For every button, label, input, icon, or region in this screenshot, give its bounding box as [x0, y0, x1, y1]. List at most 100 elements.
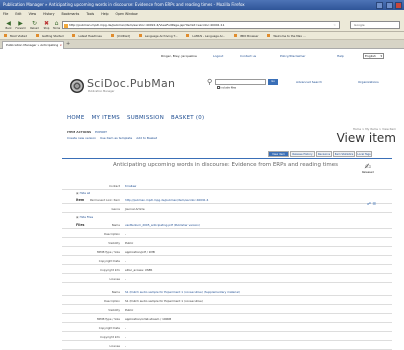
site-favicon-icon: [64, 23, 68, 28]
field-value: Public: [125, 308, 134, 312]
organizations-link[interactable]: Organizations: [358, 80, 379, 84]
export-link[interactable]: EXPORT: [95, 130, 107, 134]
field-value: -: [125, 259, 127, 263]
field-label: Copyright Info: [100, 335, 120, 339]
hide-all-toggle[interactable]: ▣Hide all: [76, 191, 90, 195]
field-label: Permanent Link: Item: [89, 198, 120, 202]
use-as-template-link[interactable]: Use item as template: [100, 136, 132, 140]
menu-view[interactable]: View: [29, 12, 37, 16]
hide-files-toggle[interactable]: ▣Hide Files: [76, 215, 93, 219]
divider: [62, 158, 392, 159]
menu-bookmarks[interactable]: Bookmarks: [62, 12, 80, 16]
forward-button[interactable]: ▶ Forward: [14, 20, 27, 30]
collapse-icon: ▣: [76, 215, 79, 219]
field-label: Contact: [109, 184, 120, 188]
maximize-button[interactable]: [385, 1, 393, 9]
contact-value[interactable]: tirrellaw: [125, 182, 136, 190]
file-description-row: Description -: [62, 230, 392, 238]
logout-link[interactable]: Logout: [213, 54, 223, 58]
bookmark-label: [Untitled]: [116, 34, 130, 38]
new-tab-button[interactable]: +: [66, 41, 72, 48]
include-files-checkbox[interactable]: [217, 86, 220, 89]
field-value: application/octet-stream / 100KB: [125, 317, 172, 321]
nav-submission[interactable]: SUBMISSION: [127, 115, 164, 121]
scidoc-logo-icon: [70, 79, 84, 93]
page-content: Ringer, Brey, Jacqueline Logout Contact …: [0, 50, 404, 350]
tab-view-item[interactable]: View item: [268, 151, 289, 157]
main-navigation: HOME MY ITEMS SUBMISSION BASKET (0): [67, 115, 209, 121]
tab-revisions[interactable]: Revisions: [316, 151, 332, 157]
file-name-row: Name vanBerkum_2005_anticipating.pdf (Pub…: [62, 221, 392, 229]
bookmark-item[interactable]: Welcome to the Max ...: [265, 34, 307, 38]
window-title: Publication Manager » Anticipating upcom…: [3, 2, 245, 7]
file-name-link[interactable]: S1 (Dutch audio sample for Experiment 1 …: [125, 288, 240, 296]
field-value: -: [125, 344, 127, 348]
bookmark-star-icon[interactable]: ☆: [333, 22, 336, 29]
bookmark-item[interactable]: IMDI Browser: [232, 34, 260, 38]
menu-tools[interactable]: Tools: [86, 12, 94, 16]
forward-label: Forward: [15, 27, 26, 30]
bookmark-label: IMDI Browser: [240, 34, 259, 38]
search-go-button[interactable]: Go: [268, 79, 278, 85]
window-titlebar: Publication Manager » Anticipating upcom…: [0, 0, 404, 10]
permalink-value[interactable]: http://pubman.mpdl.mpg.de/pubman/item/es…: [125, 196, 208, 204]
address-bar[interactable]: http://pubman.mpdl.mpg.de/pubman/item/es…: [62, 21, 340, 29]
policy-link[interactable]: Policy/Disclaimer: [280, 54, 306, 58]
nav-home[interactable]: HOME: [67, 115, 85, 121]
browser-tab[interactable]: Publication Manager » Anticipating u... …: [2, 41, 64, 54]
reload-label: Reload: [30, 27, 39, 30]
bookmarks-toolbar: Most Visited Getting Started Latest Head…: [0, 32, 404, 40]
released-status: ✍ Released: [362, 163, 374, 175]
language-select[interactable]: English: [363, 53, 384, 59]
field-label: Copyright Date: [98, 326, 120, 330]
file-name-link[interactable]: vanBerkum_2005_anticipating.pdf (Publish…: [125, 221, 200, 229]
menu-open-window[interactable]: Open Window: [116, 12, 138, 16]
advanced-search-link[interactable]: Advanced Search: [296, 80, 322, 84]
help-link[interactable]: Help: [337, 54, 344, 58]
bookmark-item[interactable]: Language Archiving T...: [137, 34, 180, 38]
tab-item-statistics[interactable]: Item Statistics: [333, 151, 355, 157]
bookmark-label: Most Visited: [10, 34, 28, 38]
minimize-button[interactable]: [376, 1, 384, 9]
include-files-label: include files: [220, 86, 237, 90]
field-label: Visibility: [108, 308, 120, 312]
bookmark-icon: [35, 34, 39, 37]
file-visibility-row: Visibility Public: [62, 239, 392, 247]
contact-link[interactable]: Contact us: [240, 54, 256, 58]
bookmark-item[interactable]: Most Visited: [2, 34, 29, 38]
bookmark-item[interactable]: Getting Started: [34, 34, 66, 38]
file-license-row: License -: [62, 275, 392, 283]
nav-my-items[interactable]: MY ITEMS: [92, 115, 120, 121]
create-new-version-link[interactable]: Create new version: [67, 136, 96, 140]
tab-release-history[interactable]: Release History: [290, 151, 315, 157]
field-label: Name: [111, 223, 120, 227]
navigation-toolbar: ◀ Back ▶ Forward ↻ Reload ✖ Stop ⌂ Home http:…: [0, 18, 404, 32]
field-value: -: [125, 277, 127, 281]
bookmark-icon: [72, 34, 76, 37]
bookmark-label: Welcome to the Max ...: [273, 34, 306, 38]
search-engine-input[interactable]: Google: [350, 21, 400, 29]
bookmark-item[interactable]: Latest Headlines: [70, 34, 103, 38]
menu-help[interactable]: Help: [101, 12, 108, 16]
field-value: eDoc_access: USER: [125, 268, 153, 272]
add-to-basket-link[interactable]: Add to Basket: [136, 136, 157, 140]
field-value: -: [125, 326, 127, 330]
close-tab-icon[interactable]: ×: [59, 42, 62, 49]
bookmark-item[interactable]: [Untitled]: [109, 34, 132, 38]
hide-files-label: Hide Files: [79, 215, 94, 219]
menu-edit[interactable]: Edit: [15, 12, 21, 16]
field-label: Description: [104, 232, 120, 236]
file-description-row: Description S1 (Dutch audio sample for Ex…: [62, 297, 392, 305]
quick-search-input[interactable]: [215, 79, 266, 85]
menu-history[interactable]: History: [43, 12, 54, 16]
include-files-option[interactable]: include files: [217, 86, 236, 90]
bookmark-icon: [234, 34, 238, 37]
close-window-button[interactable]: [395, 1, 402, 9]
menu-file[interactable]: File: [3, 12, 8, 16]
field-label: Description: [104, 299, 120, 303]
bookmark-item[interactable]: LAMUS - Language Ar...: [184, 34, 227, 38]
home-label: Home: [52, 27, 61, 30]
tab-local-tags[interactable]: Local Tags: [356, 151, 372, 157]
item-action-links: Create new version Use item as template …: [67, 136, 160, 140]
nav-basket[interactable]: BASKET (0): [171, 115, 204, 121]
